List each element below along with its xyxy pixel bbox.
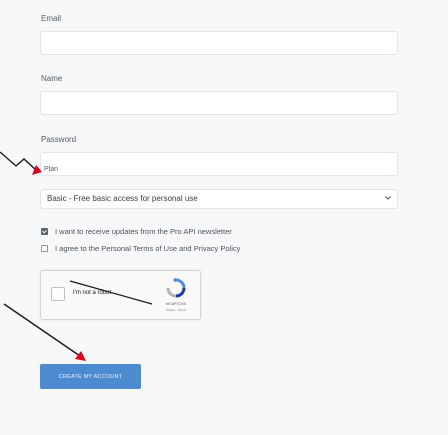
recaptcha-brand: reCAPTCHA	[166, 302, 186, 306]
password-field[interactable]	[40, 152, 398, 176]
terms-label: I agree to the Personal Terms of Use and…	[55, 244, 241, 253]
chevron-down-icon	[385, 196, 391, 200]
recaptcha-links[interactable]: Privacy - Terms	[158, 308, 194, 312]
plan-selected-value: Basic - Free basic access for personal u…	[47, 194, 198, 203]
password-label: Password	[41, 135, 77, 144]
terms-checkbox-row[interactable]: I agree to the Personal Terms of Use and…	[41, 244, 240, 253]
plan-label: Plan	[44, 166, 59, 173]
email-field[interactable]	[40, 31, 398, 55]
terms-checkbox[interactable]	[41, 245, 48, 252]
recaptcha-checkbox[interactable]	[51, 287, 65, 301]
newsletter-checkbox-row[interactable]: I want to receive updates from the Pro A…	[41, 227, 232, 236]
newsletter-label: I want to receive updates from the Pro A…	[55, 227, 232, 236]
button-arrow-head	[75, 351, 86, 361]
recaptcha-label: I'm not a robot	[73, 290, 112, 296]
recaptcha-widget: I'm not a robot reCAPTCHA Privacy - Term…	[40, 270, 201, 320]
plan-arrow-line	[0, 151, 37, 171]
plan-select[interactable]: Basic - Free basic access for personal u…	[40, 189, 398, 209]
email-label: Email	[41, 14, 62, 23]
recaptcha-icon	[166, 277, 186, 298]
newsletter-checkbox[interactable]	[41, 228, 48, 235]
name-field[interactable]	[40, 91, 398, 115]
name-label: Name	[41, 74, 63, 83]
create-account-button[interactable]: CREATE MY ACCOUNT	[40, 364, 141, 389]
